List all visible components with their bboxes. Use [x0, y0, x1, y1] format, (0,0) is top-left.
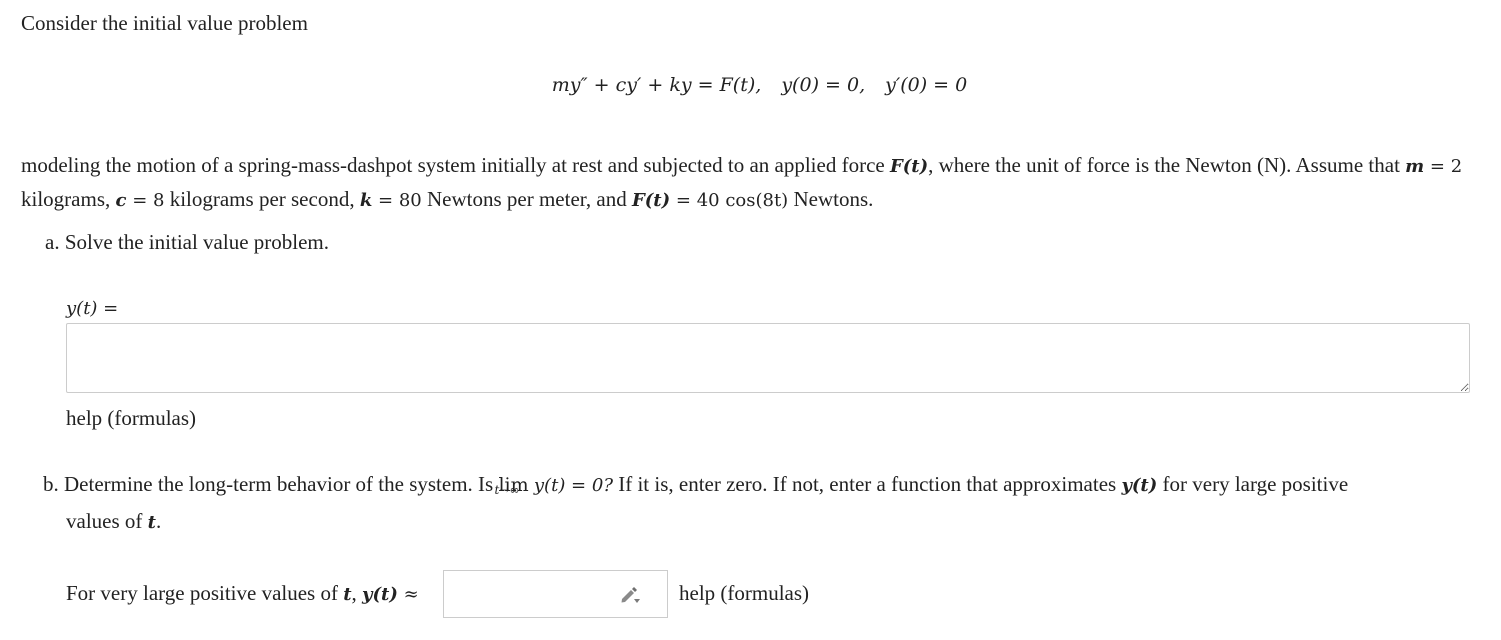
answer-b-label-text: , — [351, 581, 363, 605]
answer-a-label: y(t) = — [66, 298, 119, 319]
initial-condition-1: y(0) = 0, — [781, 74, 866, 96]
part-b-text: . — [155, 509, 162, 533]
answer-b-input[interactable] — [444, 571, 630, 617]
display-equation: my″ + cy′ + ky = F(t), y(0) = 0, y′(0) =… — [0, 70, 1501, 100]
help-formulas-link-b[interactable]: help (formulas) — [679, 577, 809, 609]
equation-lhs: my″ + cy′ + ky — [551, 74, 692, 96]
part-b-prompt: b. Determine the long-term behavior of t… — [43, 466, 1483, 504]
force-symbol: F(t) — [889, 156, 929, 177]
t-symbol: t — [343, 584, 352, 605]
yt-symbol: y(t) — [362, 584, 398, 605]
answer-b-label-text: For very large positive values of — [66, 581, 344, 605]
limit-subscript: t→∞ — [494, 483, 520, 497]
spring-symbol: k — [359, 190, 373, 211]
limit-expression: lim t→∞ — [494, 466, 528, 503]
force-value: 40 cos(8t) — [696, 190, 789, 211]
part-b-prompt-line2: values of t. — [66, 505, 161, 539]
intro-text: Consider the initial value problem — [21, 11, 308, 35]
answer-b-label: For very large positive values of t, y(t… — [66, 577, 419, 611]
problem-setup: modeling the motion of a spring-mass-das… — [21, 149, 1491, 217]
part-b-text: for very large positive — [1157, 472, 1349, 496]
approx-sign: ≈ — [397, 584, 419, 605]
yt-symbol: y(t) — [1121, 475, 1158, 496]
answer-b-field — [443, 570, 668, 618]
setup-text: modeling the motion of a spring-mass-das… — [21, 153, 890, 177]
help-formulas-link-a[interactable]: help (formulas) — [66, 402, 196, 434]
equals-sign: = — [670, 190, 697, 211]
equation-rhs: F(t), — [719, 74, 762, 96]
equals-sign: = — [372, 190, 399, 211]
part-b-text: b. Determine the long-term behavior of t… — [43, 472, 499, 496]
equals-sign: = — [126, 190, 153, 211]
pencil-icon[interactable] — [619, 584, 641, 604]
initial-condition-2: y′(0) = 0 — [885, 74, 968, 96]
spring-value: 80 — [398, 190, 422, 211]
part-b-text: values of — [66, 509, 148, 533]
setup-text: Newtons per meter, and — [421, 187, 633, 211]
mass-value: 2 — [1450, 156, 1463, 177]
answer-a-textarea[interactable] — [66, 323, 1470, 393]
setup-text: , where the unit of force is the Newton … — [928, 153, 1406, 177]
t-symbol: t — [147, 512, 156, 533]
damping-symbol: c — [115, 190, 127, 211]
setup-text: kilograms, — [21, 187, 116, 211]
force-symbol: F(t) — [632, 190, 671, 211]
part-a-prompt: a. Solve the initial value problem. — [45, 230, 330, 254]
mass-symbol: m — [1405, 156, 1425, 177]
part-b-text: If it is, enter zero. If not, enter a fu… — [612, 472, 1122, 496]
equals-sign: = — [1424, 156, 1451, 177]
setup-text: kilograms per second, — [164, 187, 360, 211]
equals-sign: = — [697, 74, 720, 96]
limit-condition: y(t) = 0? — [533, 475, 613, 496]
setup-text: Newtons. — [788, 187, 874, 211]
damping-value: 8 — [153, 190, 165, 211]
